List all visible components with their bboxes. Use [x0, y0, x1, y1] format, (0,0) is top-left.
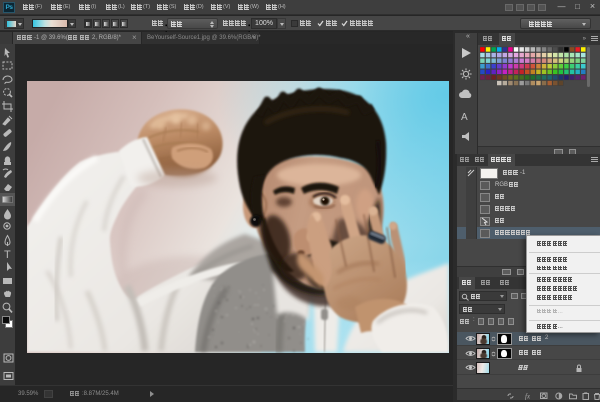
svg-text:T: T	[4, 249, 11, 260]
svg-text:fx: fx	[525, 392, 531, 400]
svg-text:A: A	[461, 112, 468, 123]
